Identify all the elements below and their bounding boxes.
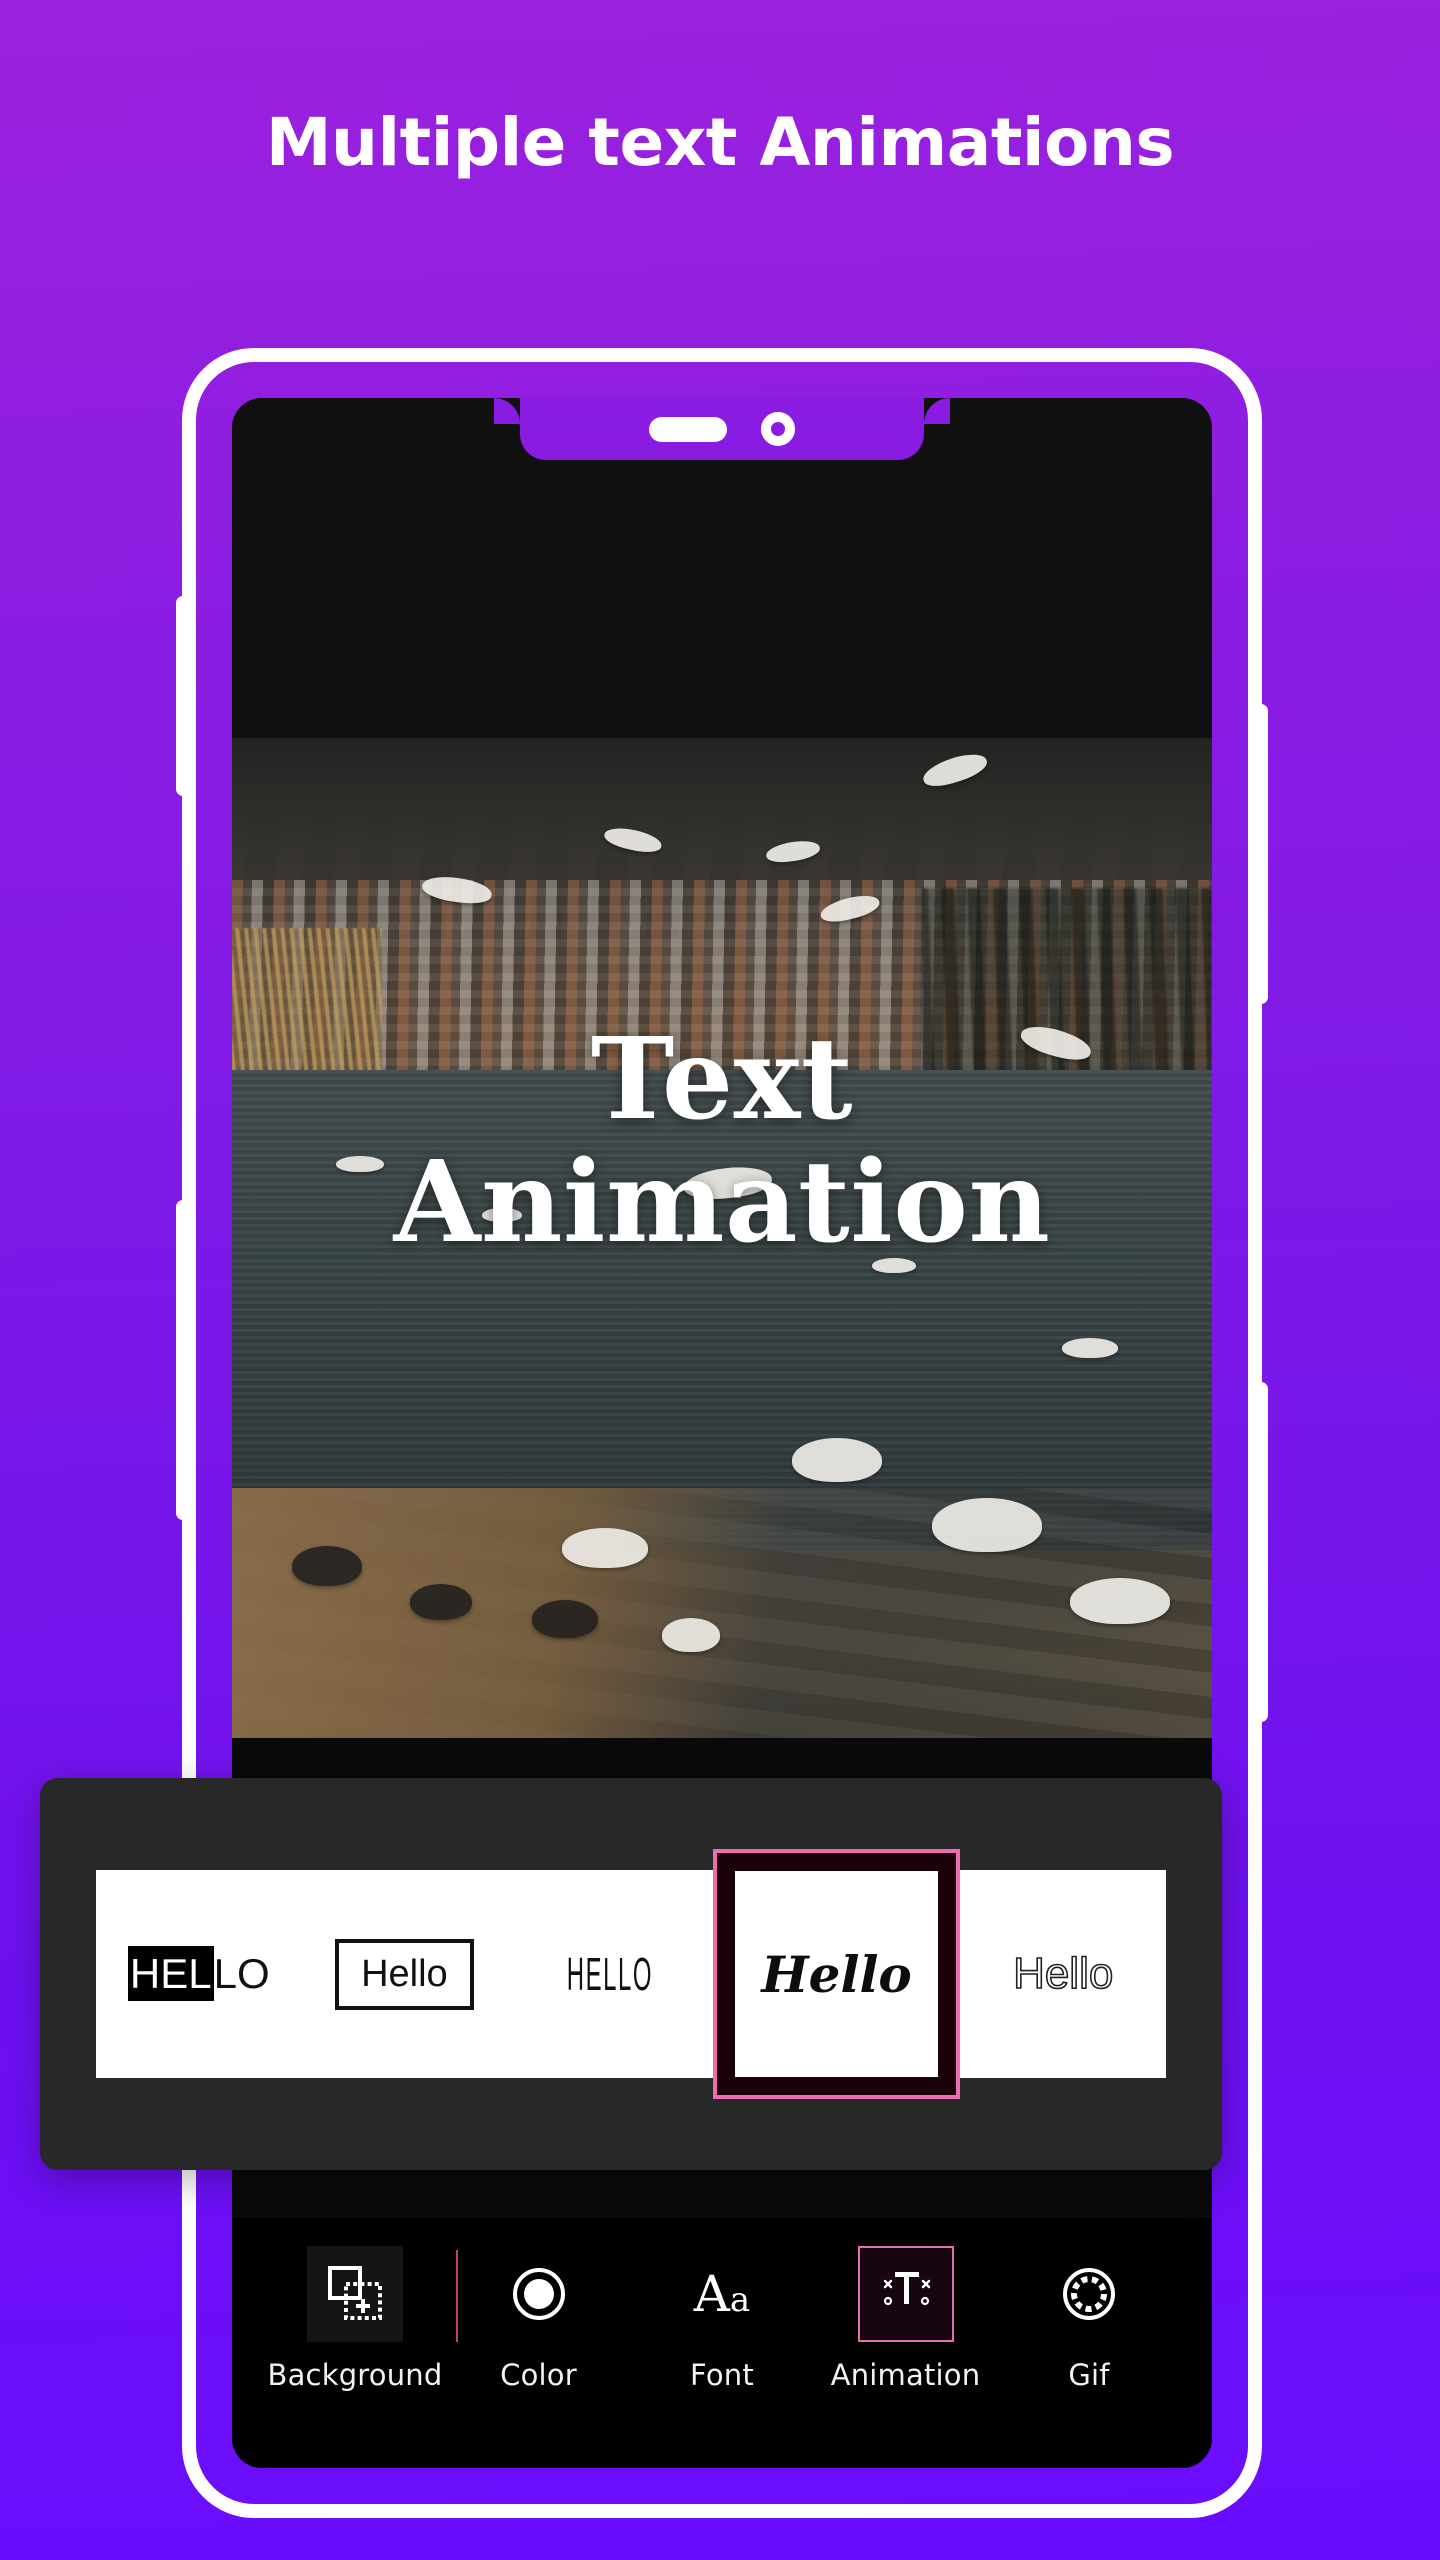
toolbar-item-font[interactable]: Aa Font (633, 2246, 811, 2392)
toolbar-label-font: Font (690, 2358, 754, 2392)
photo-bird (292, 1546, 362, 1586)
photo-bird (1070, 1578, 1170, 1624)
page-title: Multiple text Animations (265, 104, 1175, 181)
toolbar-item-animation[interactable]: Animation (817, 2246, 995, 2392)
editor-photo-canvas[interactable]: Text Animation (232, 738, 1212, 1738)
animation-style-option[interactable]: HELLO (507, 1870, 713, 2078)
photo-bird (410, 1584, 472, 1620)
anim-label-3: HELLO (566, 1948, 654, 2000)
anim-label-1b: LO (213, 1950, 270, 1997)
anim-style-script: Hello (734, 1871, 939, 2077)
text-animation-icon (857, 2246, 954, 2342)
color-circle-icon (491, 2246, 587, 2342)
animation-style-option[interactable]: Hello (301, 1870, 508, 2078)
anim-style-outline: Hello (960, 1870, 1166, 2078)
anim-style-condensed: HELLO (507, 1870, 713, 2078)
anim-style-highlight: HELLO (96, 1870, 302, 2078)
animation-style-option-selected[interactable]: Hello (712, 1849, 961, 2099)
anim-label-4: Hello (761, 1944, 912, 2004)
photo-dock (232, 1488, 1212, 1738)
phone-notch (494, 398, 950, 460)
toolbar-item-gif[interactable]: Gif (1000, 2246, 1178, 2392)
photo-bird (792, 1438, 882, 1482)
toolbar-item-color[interactable]: Color (450, 2246, 628, 2392)
toolbar-label-gif: Gif (1068, 2358, 1110, 2392)
anim-style-box: Hello (301, 1870, 508, 2078)
speaker-pill-icon (649, 416, 727, 442)
photo-bird (932, 1498, 1042, 1552)
anim-label-2: Hello (335, 1938, 474, 2010)
anim-label-1a: HEL (127, 1946, 214, 2001)
photo-bird (662, 1618, 720, 1652)
screenshot-root: Multiple text Animations Text Animation … (0, 0, 1440, 2560)
photo-bird (1062, 1338, 1118, 1358)
volume-button-right-upper[interactable] (1254, 704, 1268, 1004)
front-camera-icon (761, 412, 795, 446)
animation-style-picker: HELLO Hello HELLO Hello Hello (40, 1778, 1222, 2170)
photo-bird (562, 1528, 648, 1568)
toolbar-item-background[interactable]: Background (266, 2246, 458, 2392)
toolbar-label-color: Color (500, 2358, 577, 2392)
background-add-icon (307, 2246, 403, 2342)
toolbar-label-background: Background (267, 2358, 443, 2392)
editor-toolbar: Background Color Aa Font Animation Gif (232, 2218, 1212, 2468)
power-button-left-lower[interactable] (176, 1200, 190, 1520)
toolbar-label-animation: Animation (830, 2358, 981, 2392)
animation-style-option[interactable]: HELLO (96, 1870, 302, 2078)
font-aa-icon: Aa (693, 2265, 751, 2323)
photo-bird (532, 1600, 598, 1638)
gif-dashed-circle-icon (1041, 2246, 1137, 2342)
animation-style-option[interactable]: Hello (960, 1870, 1166, 2078)
overlay-text-line-2: Animation (393, 1137, 1051, 1269)
overlay-text-line-1: Text (590, 1014, 854, 1145)
volume-button-left-upper[interactable] (176, 596, 190, 796)
canvas-overlay-text[interactable]: Text Animation (232, 1014, 1212, 1269)
power-button-right-lower[interactable] (1254, 1382, 1268, 1722)
anim-label-5: Hello (1012, 1948, 1114, 1999)
